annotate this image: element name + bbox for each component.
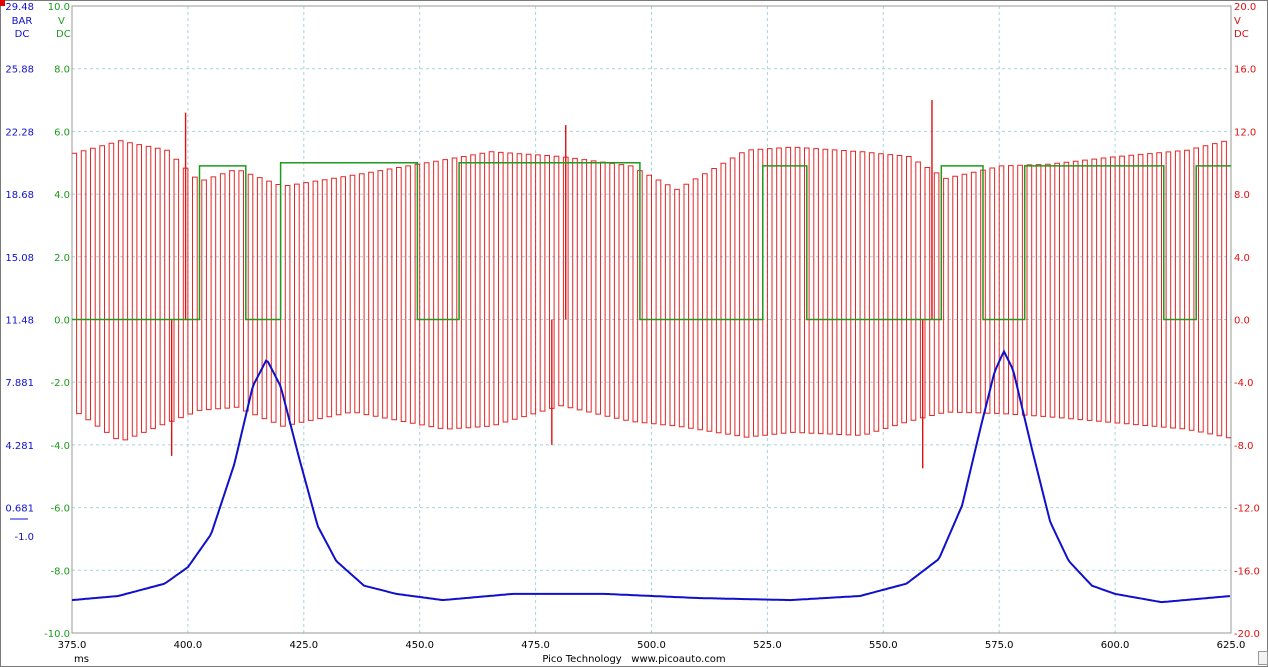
x-tick-label: 600.0	[1101, 640, 1130, 651]
pressure-tick-label: 7.881	[5, 378, 34, 389]
volts-b-tick-label: 8.0	[54, 65, 70, 76]
volts-c-tick-label: 0.0	[1234, 316, 1250, 327]
plot-frame	[0, 0, 1268, 667]
volts-b-tick-label: 0.0	[54, 316, 70, 327]
pressure-tick-label: 29.48	[5, 2, 34, 13]
volts-b-unit-label: V	[58, 16, 65, 27]
volts-b-tick-label: 2.0	[54, 253, 70, 264]
x-tick-label: 625.0	[1217, 640, 1246, 651]
pressure-coupling-label: DC	[15, 29, 30, 40]
volts-c-unit-label: V	[1234, 16, 1241, 27]
volts-c-tick-label: -16.0	[1234, 566, 1260, 577]
x-tick-label: 500.0	[637, 640, 666, 651]
volts-b-tick-label: 4.0	[54, 190, 70, 201]
volts-b-tick-label: -6.0	[50, 504, 70, 515]
volts-c-tick-label: -12.0	[1234, 504, 1260, 515]
pressure-unit-label: BAR	[12, 16, 33, 27]
volts-c-tick-label: 16.0	[1234, 65, 1256, 76]
resize-handle-icon[interactable]	[1258, 651, 1268, 665]
volts-c-tick-label: 20.0	[1234, 2, 1256, 13]
trigger-marker-icon[interactable]	[0, 0, 5, 6]
volts-b-tick-label: -2.0	[50, 378, 70, 389]
volts-c-tick-label: 8.0	[1234, 190, 1250, 201]
x-tick-label: 400.0	[174, 640, 203, 651]
volts-b-tick-label: -10.0	[44, 629, 70, 640]
volts-b-tick-label: -4.0	[50, 441, 70, 452]
volts-b-coupling-label: DC	[56, 29, 71, 40]
brand-url: www.picoauto.com	[631, 654, 726, 665]
volts-c-tick-label: -8.0	[1234, 441, 1254, 452]
x-tick-label: 375.0	[58, 640, 87, 651]
volts-b-tick-label: 10.0	[48, 2, 70, 13]
brand-label: Pico Technology	[542, 654, 622, 665]
footer-credit: Pico Technology www.picoauto.com	[0, 652, 1268, 667]
scope-chart: 375.0 400.0 425.0 450.0 475.0 500.0 525.0 550.0…	[0, 0, 1268, 667]
pressure-tick-label: 15.08	[5, 253, 34, 264]
pressure-tick-label: 4.281	[5, 441, 34, 452]
x-tick-label: 550.0	[869, 640, 898, 651]
pressure-tick-label: 18.68	[5, 190, 34, 201]
pressure-tick-label: 25.88	[5, 65, 34, 76]
window-border	[0, 0, 1268, 667]
volts-c-coupling-label: DC	[1234, 29, 1249, 40]
volts-b-tick-label: 6.0	[54, 127, 70, 138]
volts-b-tick-label: -8.0	[50, 566, 70, 577]
x-tick-label: 475.0	[521, 640, 550, 651]
volts-c-tick-label: -20.0	[1234, 629, 1260, 640]
x-tick-label: 425.0	[289, 640, 318, 651]
pressure-tick-label: -1.0	[14, 532, 34, 543]
pressure-tick-label: 11.48	[5, 316, 34, 327]
pressure-tick-label: 0.681	[5, 504, 34, 515]
volts-c-tick-label: 12.0	[1234, 127, 1256, 138]
pressure-tick-label: 22.28	[5, 127, 34, 138]
x-tick-label: 525.0	[753, 640, 782, 651]
volts-c-tick-label: -4.0	[1234, 378, 1254, 389]
x-tick-label: 575.0	[985, 640, 1014, 651]
volts-c-tick-label: 4.0	[1234, 253, 1250, 264]
x-tick-label: 450.0	[405, 640, 434, 651]
